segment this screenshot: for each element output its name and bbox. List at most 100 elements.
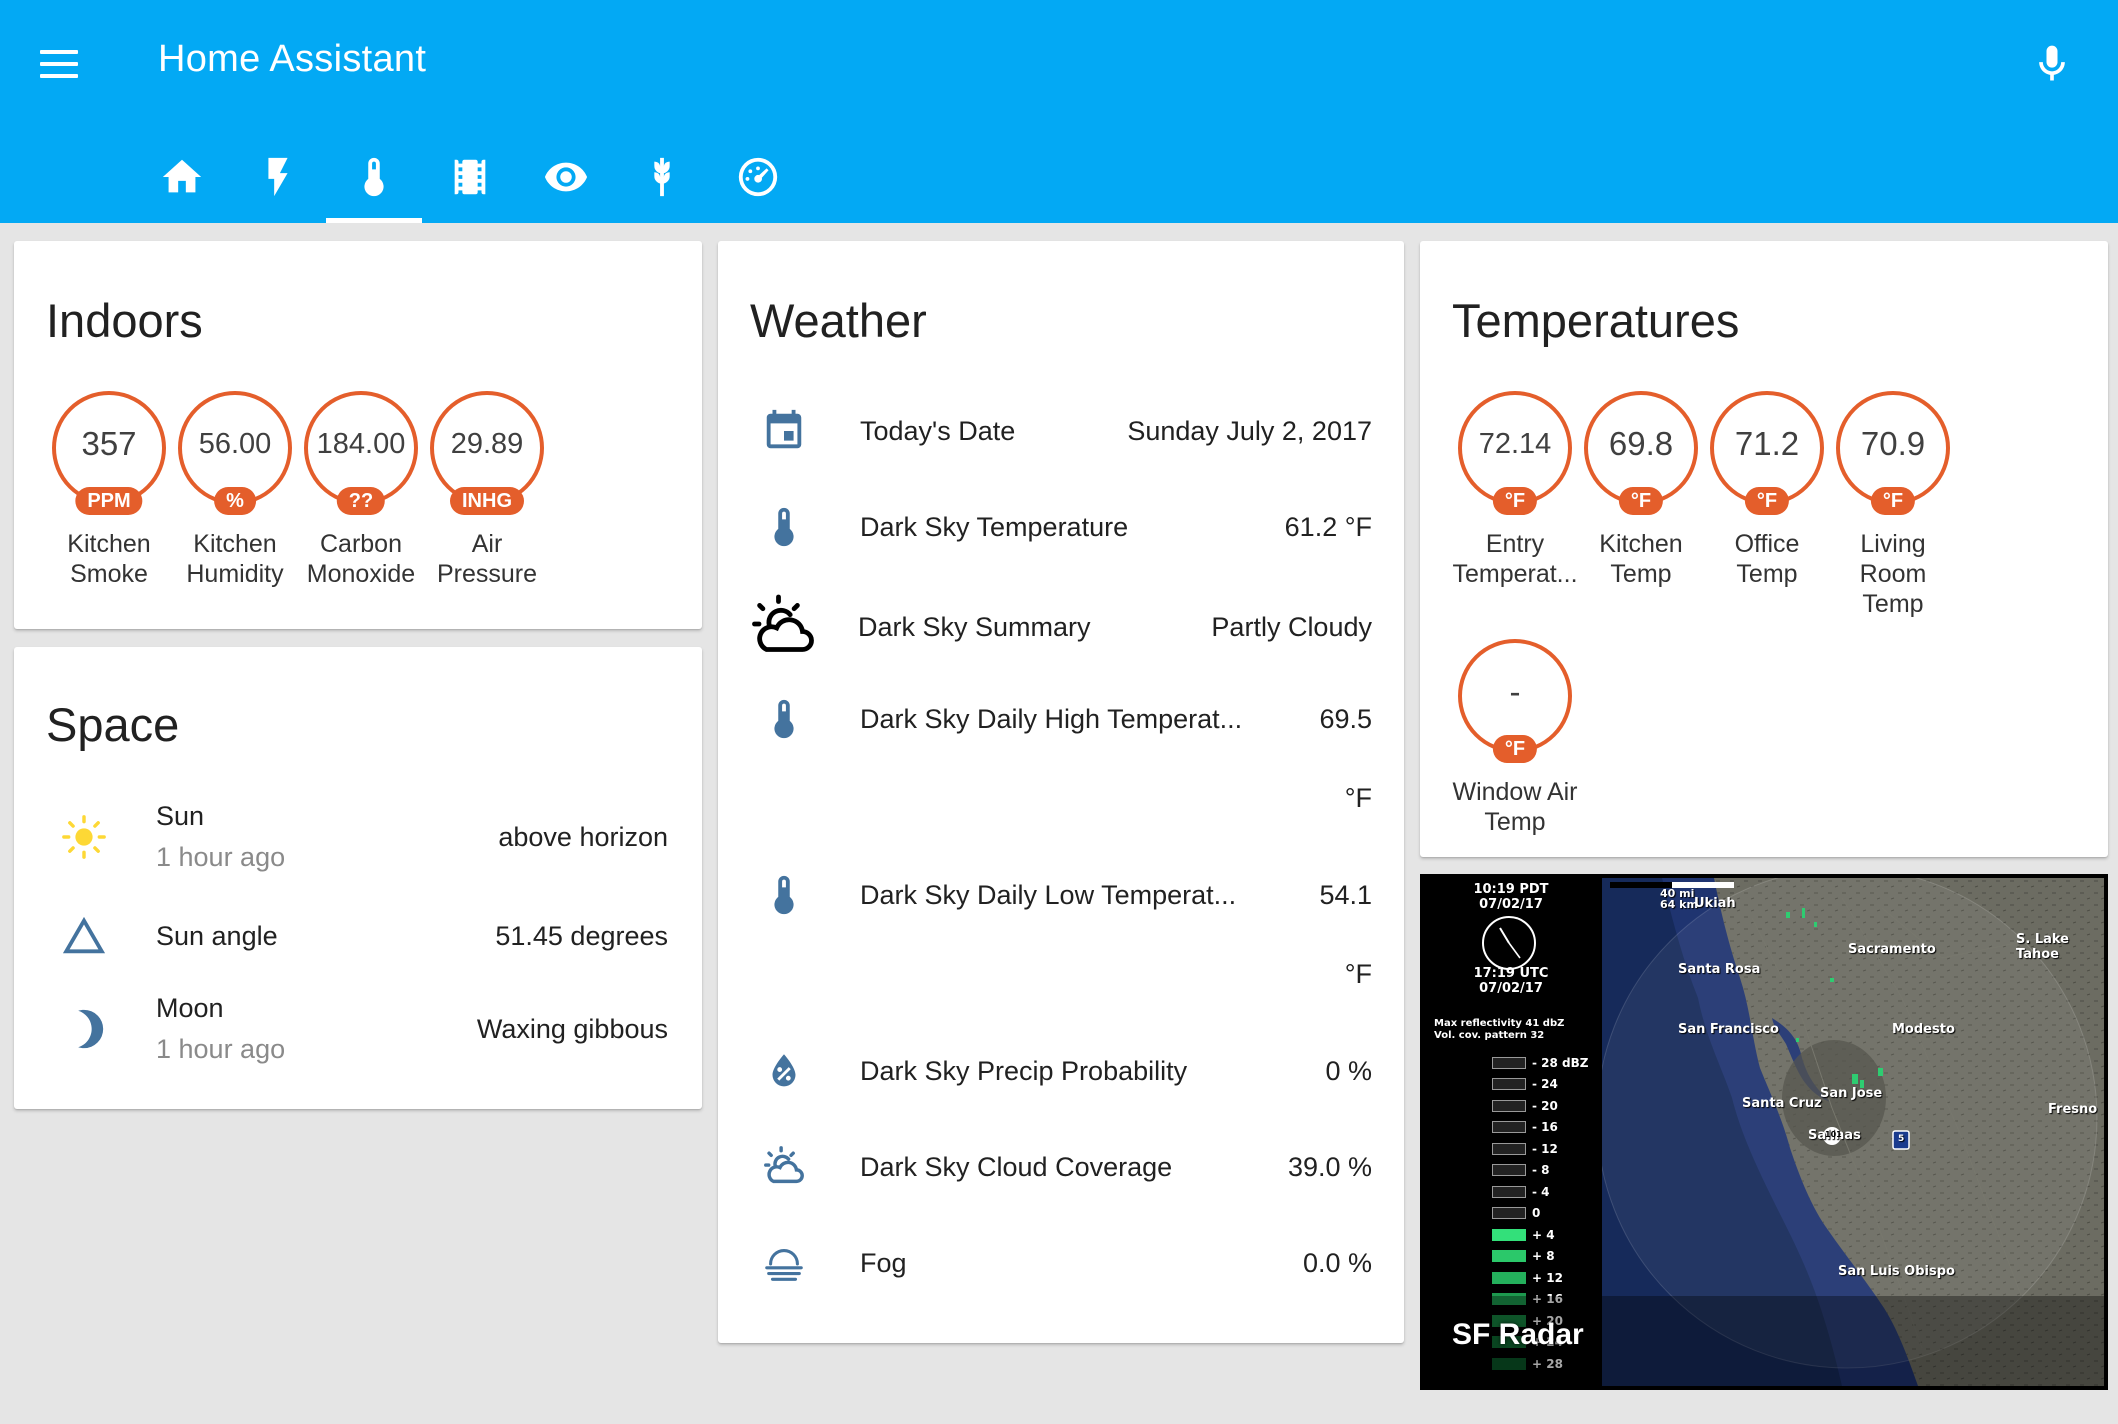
entity-row-dark-sky-daily-high[interactable]: Dark Sky Daily High Temperat... 69.5: [754, 689, 1372, 749]
row-name: Today's Date: [860, 415, 1016, 446]
row-icon: [54, 906, 114, 966]
entity-row-dark-sky-summary[interactable]: Dark Sky Summary Partly Cloudy: [752, 587, 1372, 667]
radar-scale-label: - 16: [1532, 1120, 1558, 1135]
radar-local-time: 10:19 PDT 07/02/17: [1420, 882, 1602, 912]
badge-air-pressure[interactable]: 29.89 INHG Air Pressure: [424, 391, 550, 589]
radar-scale-label: - 4: [1532, 1184, 1550, 1199]
radar-scale-bar-text: 64 km: [1660, 898, 1698, 911]
tab-home[interactable]: [134, 136, 230, 223]
row-name: Moon: [156, 993, 224, 1023]
radar-scale-item: - 24: [1492, 1074, 1588, 1096]
tab-cameras[interactable]: [518, 136, 614, 223]
radar-scale-swatch: [1492, 1099, 1526, 1112]
moon-icon: [78, 1009, 104, 1049]
radar-scale-item: - 12: [1492, 1138, 1588, 1160]
radar-scale-swatch: [1492, 1250, 1526, 1263]
entity-row-sun-angle[interactable]: Sun angle 51.45 degrees: [54, 906, 668, 966]
radar-scale-item: + 8: [1492, 1246, 1588, 1268]
row-icon: [754, 401, 814, 461]
triangle-icon: [62, 916, 106, 954]
badge-unit: PPM: [75, 487, 143, 515]
tab-gauges[interactable]: [710, 136, 806, 223]
badge-label: Kitchen Humidity: [186, 530, 284, 588]
map-label: Ukiah: [1694, 896, 1736, 911]
badge-unit: °F: [1870, 487, 1916, 515]
row-icon: [746, 590, 820, 664]
badge-value: 184.00: [316, 427, 406, 460]
row-state: Sunday July 2, 2017: [1127, 415, 1372, 446]
badge-circle: 56.00 %: [178, 391, 292, 515]
badge-label: Air Pressure: [436, 530, 538, 588]
radar-scale-item: - 20: [1492, 1095, 1588, 1117]
tab-garden[interactable]: [614, 136, 710, 223]
badge-kitchen-humidity[interactable]: 56.00 % Kitchen Humidity: [172, 391, 298, 589]
view-tabs: [134, 136, 806, 223]
badge-kitchen-smoke[interactable]: 357 PPM Kitchen Smoke: [46, 391, 172, 589]
badge-office-temp[interactable]: 71.2 °F Office Temp: [1704, 391, 1830, 619]
radar-scale-swatch: [1492, 1185, 1526, 1198]
row-state: Partly Cloudy: [1211, 611, 1372, 642]
entity-row-fog[interactable]: Fog 0.0 %: [754, 1233, 1372, 1293]
entity-row-dark-sky-daily-low[interactable]: Dark Sky Daily Low Temperat... 54.1: [754, 865, 1372, 925]
radar-scale-swatch: [1492, 1271, 1526, 1284]
app-toolbar: Home Assistant: [0, 0, 2118, 223]
radar-scale-item: - 28 dBZ: [1492, 1052, 1588, 1074]
weather-card: Weather Today's Date Sunday July 2, 2017…: [718, 241, 1404, 1343]
radar-scale-label: + 8: [1532, 1249, 1555, 1264]
thermometer-icon: [774, 875, 794, 915]
badge-label: Entry Temperat...: [1452, 530, 1578, 588]
entity-row-sun[interactable]: Sun 1 hour ago above horizon: [54, 797, 668, 877]
map-label: Sacramento: [1848, 942, 1936, 957]
card-title: Temperatures: [1452, 294, 1740, 347]
badge-circle: 184.00 ??: [304, 391, 418, 515]
row-name: Dark Sky Summary: [858, 611, 1091, 642]
highway-shield-label: 101: [1825, 1130, 1842, 1139]
badge-label: Carbon Monoxide: [306, 530, 416, 588]
badge-value: 357: [81, 425, 137, 462]
radar-scale-item: - 16: [1492, 1117, 1588, 1139]
row-name: Dark Sky Daily High Temperat...: [860, 703, 1243, 734]
microphone-button[interactable]: [2030, 38, 2074, 90]
indoors-card: Indoors 357 PPM Kitchen Smoke 56.00 % Ki…: [14, 241, 702, 629]
tab-climate[interactable]: [326, 136, 422, 223]
row-icon: [54, 807, 114, 867]
badge-label: Kitchen Smoke: [67, 530, 151, 588]
radar-scale-label: + 4: [1532, 1227, 1555, 1242]
water-percent-icon: [772, 1054, 796, 1087]
row-state: 51.45 degrees: [495, 920, 668, 951]
entity-row-moon[interactable]: Moon 1 hour ago Waxing gibbous: [54, 989, 668, 1069]
entity-row-dark-sky-temperature[interactable]: Dark Sky Temperature 61.2 °F: [754, 497, 1372, 557]
radar-scale-item: + 12: [1492, 1267, 1588, 1289]
entity-row-dark-sky-precip-probability[interactable]: Dark Sky Precip Probability 0 %: [754, 1041, 1372, 1101]
row-last-changed: 1 hour ago: [156, 842, 286, 872]
radar-scale-label: - 8: [1532, 1163, 1550, 1178]
cloud-coverage-icon: [764, 1146, 804, 1184]
badge-living-room-temp[interactable]: 70.9 °F Living Room Temp: [1830, 391, 1956, 619]
entity-row-dark-sky-cloud-coverage[interactable]: Dark Sky Cloud Coverage 39.0 %: [754, 1137, 1372, 1197]
badge-label: Kitchen Temp: [1599, 530, 1683, 588]
home-icon: [162, 159, 202, 193]
row-state: 69.5: [1319, 703, 1372, 734]
badge-window-air-temp[interactable]: - °F Window Air Temp: [1452, 639, 1578, 837]
tab-power[interactable]: [230, 136, 326, 223]
badge-kitchen-temp[interactable]: 69.8 °F Kitchen Temp: [1578, 391, 1704, 619]
film-icon: [454, 159, 486, 195]
row-state: 61.2 °F: [1284, 511, 1372, 542]
menu-button[interactable]: [40, 38, 100, 90]
row-last-changed: 1 hour ago: [156, 1034, 286, 1064]
radar-camera-card[interactable]: 10:19 PDT 07/02/17 17:19 UTC 07/02/17 Ma…: [1420, 874, 2108, 1390]
entity-row-todays-date[interactable]: Today's Date Sunday July 2, 2017: [754, 401, 1372, 461]
badge-entry-temperature[interactable]: 72.14 °F Entry Temperat...: [1452, 391, 1578, 619]
thermometer-icon: [774, 699, 794, 739]
badge-label: Living Room Temp: [1859, 530, 1927, 618]
row-icon: [754, 689, 814, 749]
row-state: above horizon: [498, 821, 668, 852]
row-name: Dark Sky Precip Probability: [860, 1055, 1188, 1086]
radar-scale-label: - 12: [1532, 1141, 1558, 1156]
badge-unit: °F: [1492, 735, 1538, 763]
badge-unit: °F: [1618, 487, 1664, 515]
badge-carbon-monoxide[interactable]: 184.00 ?? Carbon Monoxide: [298, 391, 424, 589]
row-text: Sun 1 hour ago: [156, 801, 285, 873]
tab-media[interactable]: [422, 136, 518, 223]
badge-value: 29.89: [450, 427, 524, 460]
